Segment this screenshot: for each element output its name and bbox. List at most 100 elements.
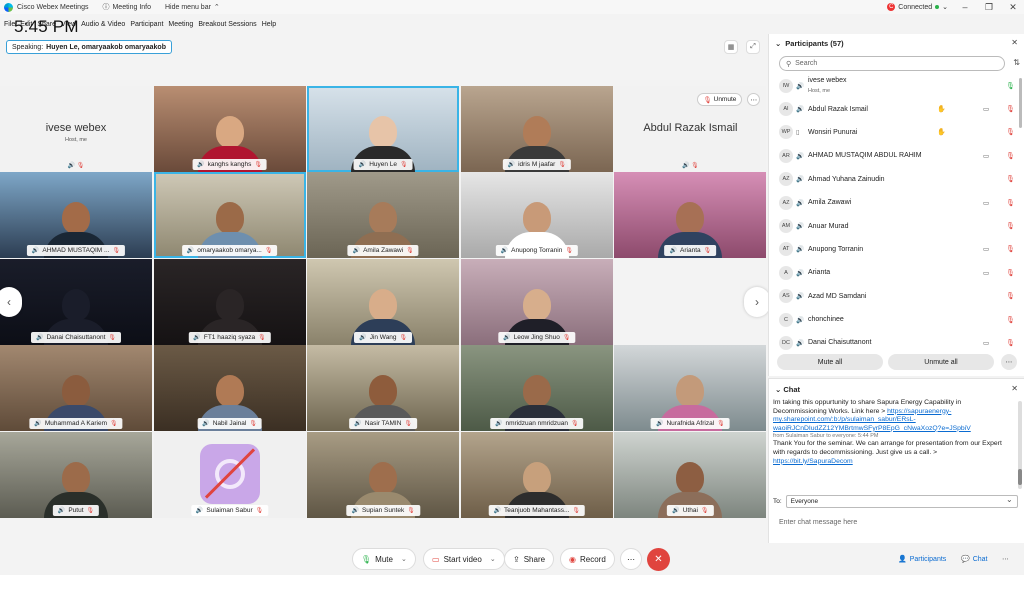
participant-row[interactable]: IW 🔊 ivese webex Host, me 🎙 [769, 74, 1024, 97]
fullscreen-button[interactable]: ⤢ [746, 40, 760, 54]
grid-layout-button[interactable]: ▦ [724, 40, 738, 54]
mute-button[interactable]: 🎙 Mute ⌄ [352, 548, 416, 570]
previous-page-button[interactable]: ‹ [0, 287, 22, 317]
video-tile[interactable]: 🔊 idris M jaafar 🎙 [460, 86, 613, 172]
menu-item[interactable]: Breakout Sessions [198, 21, 256, 28]
participants-header[interactable]: ⌄ Participants (57) [775, 39, 844, 48]
mic-muted-icon[interactable]: 🎙 [1006, 175, 1015, 183]
participant-row[interactable]: AI 🔊 Abdul Razak Ismail ✋ ▭ 🎙 [769, 97, 1024, 120]
mic-muted-icon[interactable]: 🎙 [1006, 292, 1015, 300]
participant-row[interactable]: AM 🔊 Anuar Murad 🎙 [769, 214, 1024, 237]
participant-row[interactable]: AR 🔊 AHMAD MUSTAQIM ABDUL RAHIM ▭ 🎙 [769, 144, 1024, 167]
audio-icon: 🔊 [500, 248, 509, 255]
chat-input[interactable]: Enter chat message here [779, 519, 857, 526]
participant-row[interactable]: AT 🔊 Anupong Torranin ▭ 🎙 [769, 238, 1024, 261]
participant-search-input[interactable]: ⚲ Search [779, 56, 1005, 71]
chat-link[interactable]: https://bit.ly/SapuraDecom [773, 458, 853, 465]
meeting-info-button[interactable]: ⓘ Meeting Info [102, 2, 151, 12]
start-video-button[interactable]: ▭ Start video ⌄ [423, 548, 505, 570]
audio-icon: 🔊 [669, 248, 678, 255]
video-tile[interactable]: 🔊 Huyen Le 🎙 [307, 86, 460, 172]
minimize-button[interactable]: – [958, 2, 972, 12]
video-tile[interactable]: 🔊 FT1 haaziq syaza 🎙 [153, 258, 306, 345]
video-tile[interactable]: 🔊 Danai Chaisuttanont 🎙 [0, 258, 152, 345]
close-chat-button[interactable]: ✕ [1011, 384, 1018, 393]
mic-muted-icon[interactable]: 🎙 [1006, 245, 1015, 253]
mic-muted-icon[interactable]: 🎙 [1006, 316, 1015, 324]
restore-button[interactable]: ❐ [982, 2, 996, 13]
mic-muted-icon[interactable]: 🎙 [1006, 222, 1015, 230]
participant-row[interactable]: C 🔊 chonchinee 🎙 [769, 308, 1024, 331]
video-tile[interactable]: 🔊 Jin Wang 🎙 [307, 258, 460, 345]
chat-recipient-row: To: Everyone [773, 495, 1018, 508]
mute-all-button[interactable]: Mute all [777, 354, 883, 370]
video-tile[interactable]: 🔊 Arianta 🎙 [614, 172, 767, 259]
menu-item[interactable]: Audio & Video [81, 21, 125, 28]
participant-name: Danai Chaisuttanont [808, 339, 872, 347]
mic-muted-icon[interactable]: 🎙 [1006, 128, 1015, 136]
participant-row[interactable]: A 🔊 Arianta ▭ 🎙 [769, 261, 1024, 284]
close-window-button[interactable]: ✕ [1006, 2, 1020, 13]
tile-more-button[interactable]: ⋯ [747, 93, 761, 106]
close-participants-button[interactable]: ✕ [1011, 38, 1018, 47]
video-tile[interactable]: ivese webex Host, me 🔊 🎙 [0, 86, 152, 172]
more-controls-button[interactable]: ⋯ [620, 548, 642, 570]
mic-muted-icon[interactable]: 🎙 [1006, 152, 1015, 160]
name-tag: 🔊 idris M jaafar 🎙 [502, 159, 571, 170]
unmute-button[interactable]: 🎙 Unmute [697, 93, 743, 106]
video-tile[interactable]: 🔊 Putut 🎙 [0, 431, 152, 518]
participant-name: Anuar Murad [808, 222, 849, 230]
mic-muted-icon[interactable]: 🎙 [1006, 105, 1015, 113]
participant-row[interactable]: AZ 🔊 Amila Zawawi ▭ 🎙 [769, 191, 1024, 214]
participants-toggle-button[interactable]: 👤 Participants [898, 551, 946, 567]
unmute-all-button[interactable]: Unmute all [888, 354, 994, 370]
avatar: IW [779, 78, 793, 93]
more-options-button[interactable]: ⋯ [1001, 354, 1017, 370]
mic-on-icon[interactable]: 🎙 [1006, 82, 1015, 90]
share-button[interactable]: ⇪ Share [504, 548, 555, 570]
share-icon: ⇪ [513, 554, 520, 564]
next-page-button[interactable]: › [744, 287, 770, 317]
chevron-down-icon[interactable]: ⌄ [490, 555, 496, 563]
mic-muted-icon: 🎙 [570, 421, 579, 428]
video-tile[interactable]: 🔊 Uthai 🎙 [614, 431, 767, 518]
menu-item[interactable]: Participant [130, 21, 163, 28]
video-tile[interactable]: 🔊 Sulaiman Sabur 🎙 [153, 431, 306, 518]
video-tile[interactable]: 🔊 omaryaakob omarya... 🎙 [153, 172, 306, 259]
hide-menu-bar-button[interactable]: Hide menu bar ⌃ [165, 3, 220, 12]
audio-icon: 🔊 [195, 507, 204, 514]
video-tile[interactable]: 🔊 Nabil Jainal 🎙 [153, 345, 306, 432]
video-tile[interactable]: 🔊 Anupong Torranin 🎙 [460, 172, 613, 259]
chat-header[interactable]: ⌄ Chat [775, 385, 800, 394]
more-options-button[interactable]: ⋯ [1002, 551, 1009, 567]
video-tile[interactable]: 🔊 Amila Zawawi 🎙 [307, 172, 460, 259]
mic-muted-icon[interactable]: 🎙 [1006, 199, 1015, 207]
end-meeting-button[interactable]: ✕ [647, 548, 670, 571]
sort-icon[interactable]: ⇅ [1013, 58, 1020, 67]
video-tile[interactable]: 🔊 nmridzuan nmridzuan 🎙 [460, 345, 613, 432]
mic-muted-icon[interactable]: 🎙 [1006, 339, 1015, 347]
participant-row[interactable]: AS 🔊 Azad MD Samdani 🎙 [769, 285, 1024, 308]
participant-scrollbar[interactable] [1019, 78, 1022, 128]
chevron-down-icon[interactable]: ⌄ [401, 555, 407, 563]
recipient-select[interactable]: Everyone [785, 495, 1018, 508]
video-tile[interactable]: Abdul Razak Ismail 🔊 🎙 🎙 Unmute ⋯ [614, 86, 767, 172]
chat-scrollbar[interactable] [1018, 401, 1022, 489]
video-tile[interactable]: 🔊 Nurafnida Afrizal 🎙 [614, 345, 767, 432]
menu-item[interactable]: Help [262, 21, 276, 28]
video-tile[interactable]: 🔊 Leow Jing Shuo 🎙 [460, 258, 613, 345]
video-tile[interactable]: 🔊 Teanjuob Mahantass... 🎙 [460, 431, 613, 518]
record-button[interactable]: ◉ Record [560, 548, 615, 570]
participant-row[interactable]: WP ▯ Wonsiri Punurai ✋ 🎙 [769, 121, 1024, 144]
video-tile[interactable]: 🔊 kanghs kanghs 🎙 [153, 86, 306, 172]
video-tile[interactable]: 🔊 Nasir TAMIN 🎙 [307, 345, 460, 432]
connection-status[interactable]: C Connected ⌄ [887, 3, 948, 11]
chat-toggle-button[interactable]: 💬 Chat [961, 551, 988, 567]
menu-item[interactable]: Meeting [168, 21, 193, 28]
participant-row[interactable]: AZ 🔊 Ahmad Yuhana Zainudin 🎙 [769, 168, 1024, 191]
mic-muted-icon[interactable]: 🎙 [1006, 269, 1015, 277]
mic-muted-icon: 🎙 [86, 507, 95, 514]
video-tile[interactable]: 🔊 Supian Suntek 🎙 [307, 431, 460, 518]
video-tile[interactable]: 🔊 AHMAD MUSTAQIM ... 🎙 [0, 172, 152, 259]
video-tile[interactable]: 🔊 Muhammad A Kariem 🎙 [0, 345, 152, 432]
